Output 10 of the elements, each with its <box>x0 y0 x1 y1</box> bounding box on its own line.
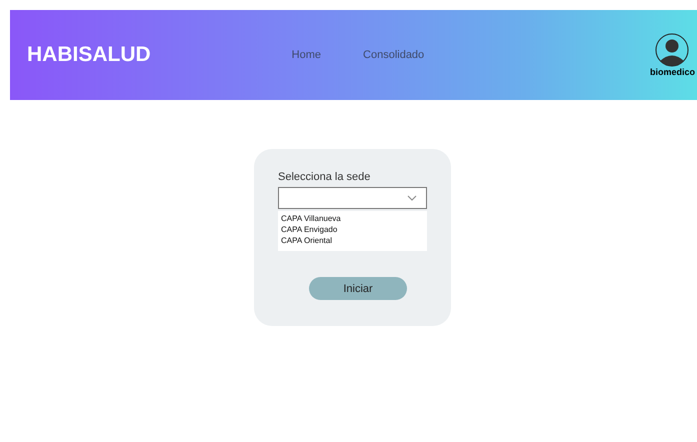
user-name: biomedico <box>650 67 695 77</box>
option-item[interactable]: CAPA Oriental <box>281 235 424 246</box>
user-avatar-icon[interactable] <box>655 33 690 67</box>
option-item[interactable]: CAPA Villanueva <box>281 213 424 224</box>
field-label: Selecciona la sede <box>278 171 372 183</box>
start-button[interactable]: Iniciar <box>309 277 407 300</box>
option-item[interactable]: CAPA Envigado <box>281 224 424 235</box>
brand-logo: HABISALUD <box>27 43 151 67</box>
chevron-down-icon <box>407 195 417 201</box>
site-select[interactable] <box>278 187 427 209</box>
